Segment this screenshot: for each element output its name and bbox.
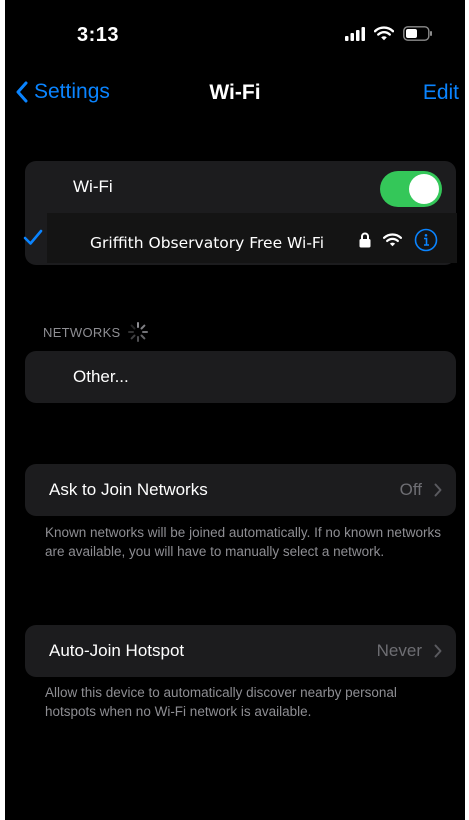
wifi-toggle-row: Wi-Fi <box>25 161 456 213</box>
auto-join-hotspot-group: Auto-Join Hotspot Never <box>25 625 456 677</box>
other-network-row[interactable]: Other... <box>25 351 456 403</box>
ask-to-join-label: Ask to Join Networks <box>49 480 208 499</box>
toggle-knob <box>409 174 439 204</box>
networks-section-header: NETWORKS <box>43 321 149 343</box>
wifi-toggle[interactable] <box>380 171 442 207</box>
checkmark-icon <box>23 229 43 245</box>
loading-spinner-icon <box>127 322 148 342</box>
auto-join-hotspot-label: Auto-Join Hotspot <box>49 641 185 660</box>
chevron-right-icon <box>434 483 442 497</box>
battery-icon <box>403 26 433 46</box>
auto-join-hotspot-row[interactable]: Auto-Join Hotspot Never <box>25 625 456 677</box>
networks-group: Other... <box>25 351 456 403</box>
ask-to-join-row[interactable]: Ask to Join Networks Off <box>25 464 456 516</box>
auto-join-hotspot-value: Never <box>376 641 422 660</box>
wifi-settings-screen: 3:13 Settings Wi-Fi Edit Wi-Fi Griffith … <box>5 0 465 820</box>
status-time: 3:13 <box>77 24 120 46</box>
ask-to-join-footer: Known networks will be joined automatica… <box>45 525 441 559</box>
wifi-label: Wi-Fi <box>73 177 113 196</box>
edit-button[interactable]: Edit <box>423 81 459 105</box>
auto-join-hotspot-footer: Allow this device to automatically disco… <box>45 685 397 719</box>
networks-header-label: NETWORKS <box>43 324 121 340</box>
page-title: Wi-Fi <box>209 81 261 104</box>
wifi-icon <box>382 233 403 252</box>
info-icon[interactable] <box>414 228 438 257</box>
chevron-right-icon <box>434 644 442 658</box>
lock-icon <box>359 232 371 253</box>
ask-to-join-value: Off <box>399 480 422 499</box>
status-icons <box>345 26 433 46</box>
other-network-label: Other... <box>73 367 129 386</box>
wifi-icon <box>373 26 395 46</box>
connected-network-icons <box>359 228 438 257</box>
signal-icon <box>345 26 365 46</box>
ask-to-join-group: Ask to Join Networks Off <box>25 464 456 516</box>
connected-network-name: Griffith Observatory Free Wi-Fi <box>90 234 325 252</box>
